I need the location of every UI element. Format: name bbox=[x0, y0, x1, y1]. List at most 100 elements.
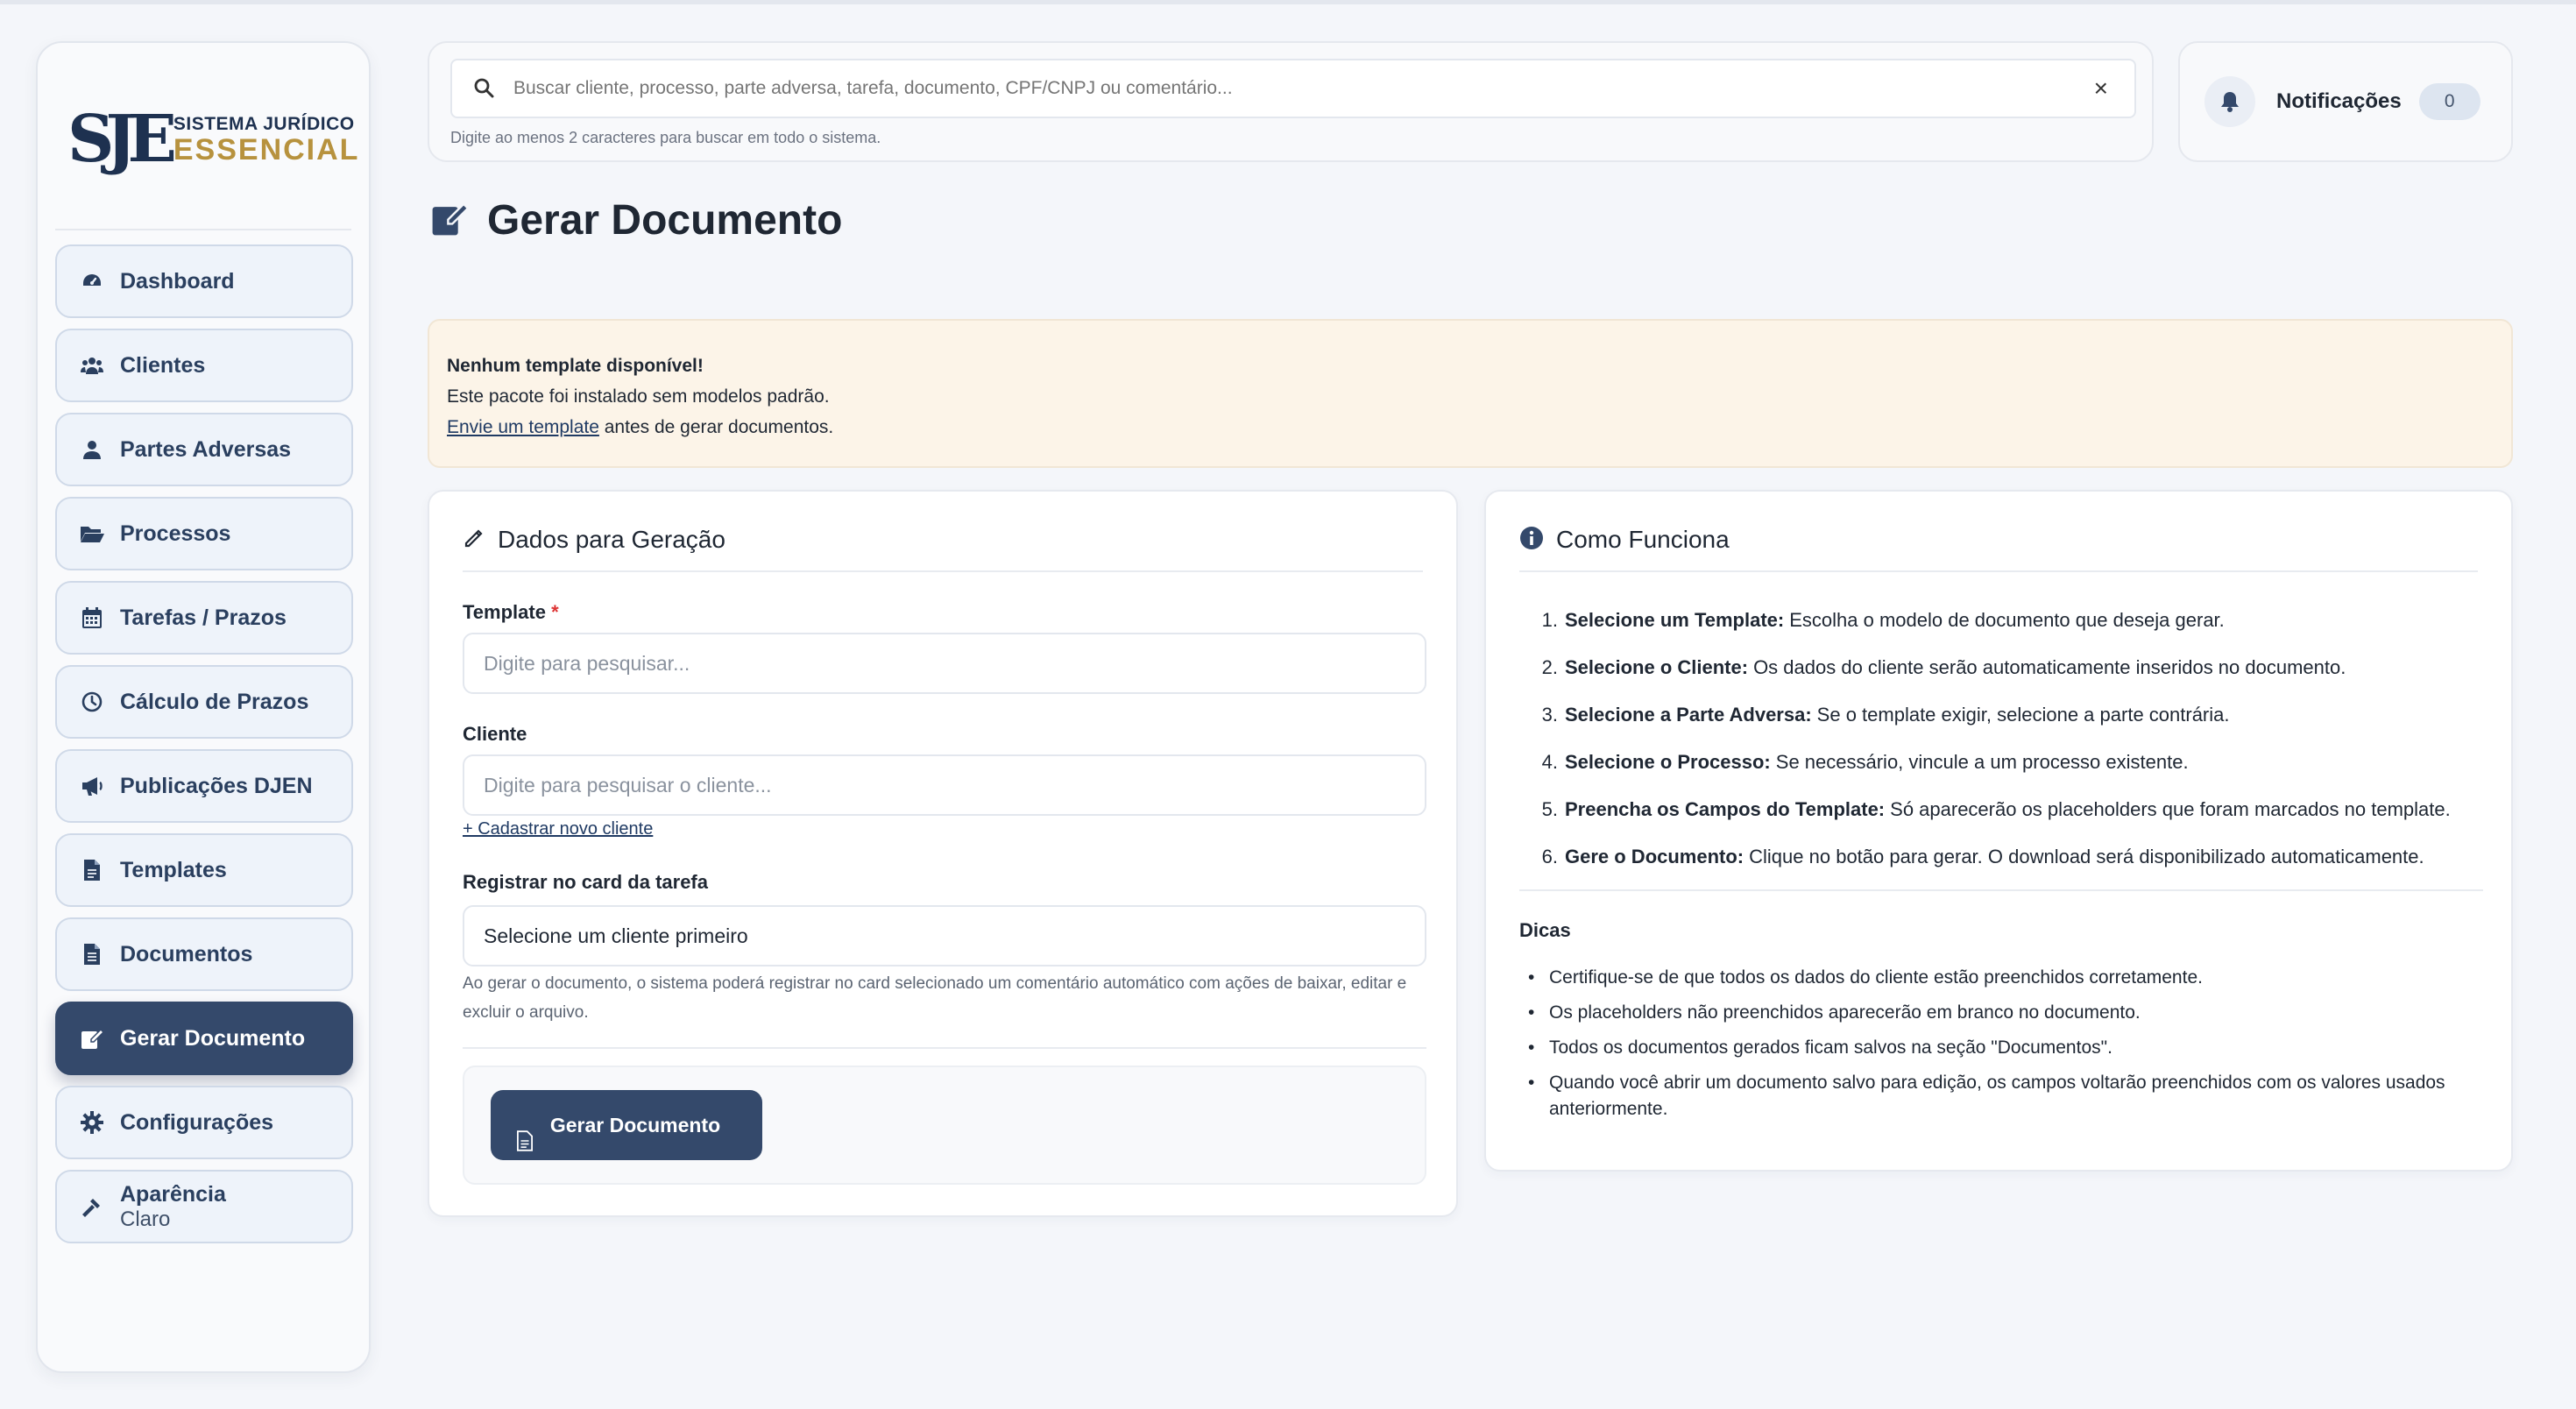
logo-text: SISTEMA JURÍDICO ESSENCIAL bbox=[173, 115, 360, 165]
alert-title: Nenhum template disponível! bbox=[447, 356, 704, 376]
sidebar-item-gerar-documento[interactable]: Gerar Documento bbox=[55, 1002, 353, 1075]
tips-list: • Certifique-se de que todos os dados do … bbox=[1519, 965, 2483, 1131]
sidebar-item-label: Processos bbox=[120, 520, 231, 546]
search-input[interactable] bbox=[513, 78, 2094, 99]
sidebar-item-label: Gerar Documento bbox=[120, 1025, 306, 1051]
form-divider bbox=[463, 1047, 1426, 1049]
clear-search-button[interactable]: × bbox=[2094, 74, 2108, 103]
list-item: 3. Selecione a Parte Adversa: Se o templat… bbox=[1541, 704, 2230, 726]
generate-document-label: Gerar Documento bbox=[549, 1113, 721, 1136]
sidebar-item-dashboard[interactable]: Dashboard bbox=[55, 244, 353, 318]
required-mark: * bbox=[551, 601, 559, 623]
sidebar-item-label: Dashboard bbox=[120, 268, 235, 294]
sidebar: SJE SISTEMA JURÍDICO ESSENCIAL Dashboard… bbox=[36, 41, 371, 1373]
gear-icon bbox=[78, 1108, 106, 1136]
form-actions: Gerar Documento bbox=[463, 1066, 1426, 1185]
appearance-value: Claro bbox=[120, 1207, 171, 1231]
generate-document-button[interactable]: Gerar Documento bbox=[491, 1090, 762, 1160]
pencil-icon bbox=[463, 527, 485, 554]
info-card-header: Como Funciona bbox=[1519, 521, 2478, 572]
list-item: • Todos os documentos gerados ficam salvo… bbox=[1528, 1037, 2112, 1058]
form-card-title: Dados para Geração bbox=[498, 526, 725, 553]
user-icon bbox=[78, 435, 106, 464]
top-border bbox=[0, 0, 2576, 4]
app-logo[interactable]: SJE SISTEMA JURÍDICO ESSENCIAL bbox=[67, 87, 357, 192]
alert-action-rest: antes de gerar documentos. bbox=[598, 417, 834, 437]
template-search-input[interactable]: Digite para pesquisar... bbox=[463, 633, 1426, 694]
list-item: 2. Selecione o Cliente: Os dados do client… bbox=[1541, 656, 2346, 678]
appearance-label: Aparência bbox=[120, 1181, 226, 1207]
page-title-text: Gerar Documento bbox=[487, 197, 843, 244]
page-title: Gerar Documento bbox=[431, 196, 842, 244]
users-icon bbox=[78, 351, 106, 379]
sidebar-item-label: Configurações bbox=[120, 1109, 274, 1135]
search-box: × bbox=[450, 59, 2136, 118]
sidebar-item-label: Clientes bbox=[120, 352, 206, 378]
sidebar-item-label: Publicações DJEN bbox=[120, 773, 313, 798]
calendar-icon bbox=[78, 604, 106, 632]
steps-list: 1. Selecione um Template: Escolha o modelo… bbox=[1519, 597, 2483, 881]
logo-line2: ESSENCIAL bbox=[173, 132, 360, 166]
search-hint: Digite ao menos 2 caracteres para buscar… bbox=[450, 129, 881, 146]
new-client-link[interactable]: + Cadastrar novo cliente bbox=[463, 819, 653, 839]
list-item: 6. Gere o Documento: Clique no botão para … bbox=[1541, 846, 2424, 867]
sidebar-item-label: Tarefas / Prazos bbox=[120, 605, 287, 630]
alert-message: Este pacote foi instalado sem modelos pa… bbox=[447, 386, 830, 407]
file-icon bbox=[517, 1130, 533, 1157]
how-it-works-card: Como Funciona 1. Selecione um Template: Es… bbox=[1484, 490, 2513, 1172]
notifications-card[interactable]: Notificações 0 bbox=[2178, 41, 2513, 162]
sidebar-item-processos[interactable]: Processos bbox=[55, 497, 353, 570]
sidebar-item-clientes[interactable]: Clientes bbox=[55, 329, 353, 402]
sidebar-item-tarefas[interactable]: Tarefas / Prazos bbox=[55, 581, 353, 655]
list-item: • Quando você abrir um documento salvo pa… bbox=[1528, 1073, 2445, 1119]
bell-icon bbox=[2204, 76, 2255, 127]
template-label: Template * bbox=[463, 601, 559, 623]
info-card-title: Como Funciona bbox=[1556, 526, 1730, 553]
list-item: 1. Selecione um Template: Escolha o modelo… bbox=[1541, 609, 2225, 631]
sidebar-item-partes-adversas[interactable]: Partes Adversas bbox=[55, 413, 353, 486]
clock-icon bbox=[78, 688, 106, 716]
sidebar-item-label: Cálculo de Prazos bbox=[120, 689, 309, 714]
upload-template-link[interactable]: Envie um template bbox=[447, 417, 599, 437]
tips-title: Dicas bbox=[1519, 919, 1571, 941]
sidebar-item-configuracoes[interactable]: Configurações bbox=[55, 1086, 353, 1159]
list-item: • Certifique-se de que todos os dados do … bbox=[1528, 967, 2203, 988]
sidebar-item-calculo-prazos[interactable]: Cálculo de Prazos bbox=[55, 665, 353, 739]
sidebar-item-publicacoes[interactable]: Publicações DJEN bbox=[55, 749, 353, 823]
task-card-select[interactable]: Selecione um cliente primeiro bbox=[463, 905, 1426, 966]
edit-document-icon bbox=[431, 200, 470, 241]
sidebar-nav: Dashboard Clientes Partes Adversas Proce… bbox=[55, 244, 353, 1254]
sidebar-item-label: Templates bbox=[120, 857, 227, 882]
notifications-count-badge: 0 bbox=[2418, 83, 2480, 120]
search-icon bbox=[473, 77, 496, 100]
notifications-label: Notificações bbox=[2276, 89, 2402, 113]
logo-mark: SJE bbox=[67, 102, 177, 177]
task-card-label: Registrar no card da tarefa bbox=[463, 871, 708, 893]
info-divider bbox=[1519, 889, 2483, 891]
alert-action-line: Envie um template antes de gerar documen… bbox=[447, 412, 2494, 443]
folder-open-icon bbox=[78, 520, 106, 548]
list-item: 5. Preencha os Campos do Template: Só apar… bbox=[1541, 798, 2451, 820]
sidebar-item-templates[interactable]: Templates bbox=[55, 833, 353, 907]
sidebar-item-documentos[interactable]: Documentos bbox=[55, 917, 353, 991]
gauge-icon bbox=[78, 267, 106, 295]
sidebar-divider bbox=[55, 229, 351, 230]
task-card-help: Ao gerar o documento, o sistema poderá r… bbox=[463, 974, 1407, 1022]
form-card-header: Dados para Geração bbox=[463, 521, 1423, 572]
no-template-alert: Nenhum template disponível! Este pacote … bbox=[428, 319, 2513, 468]
sidebar-item-label: Documentos bbox=[120, 941, 253, 966]
megaphone-icon bbox=[78, 772, 106, 800]
info-icon bbox=[1519, 526, 1544, 555]
logo-line1: SISTEMA JURÍDICO bbox=[173, 113, 355, 134]
client-search-input[interactable]: Digite para pesquisar o cliente... bbox=[463, 754, 1426, 816]
sidebar-item-aparencia[interactable]: Aparência Claro bbox=[55, 1170, 353, 1243]
generation-form-card: Dados para Geração Template * Digite par… bbox=[428, 490, 1458, 1217]
client-label: Cliente bbox=[463, 723, 527, 745]
file-lines-icon bbox=[78, 940, 106, 968]
hammer-icon bbox=[78, 1193, 106, 1221]
appearance-text: Aparência Claro bbox=[120, 1182, 226, 1231]
edit-document-icon bbox=[78, 1024, 106, 1052]
list-item: • Os placeholders não preenchidos aparece… bbox=[1528, 1002, 2141, 1023]
global-search-card: × Digite ao menos 2 caracteres para busc… bbox=[428, 41, 2154, 162]
file-icon bbox=[78, 856, 106, 884]
